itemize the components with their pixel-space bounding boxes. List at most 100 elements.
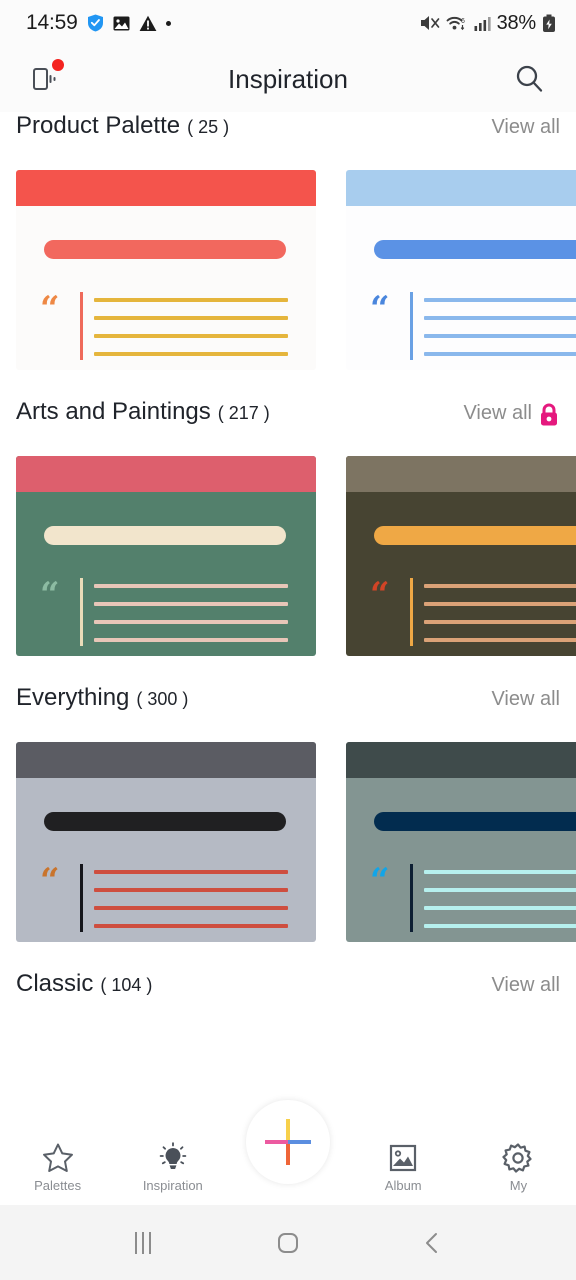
card-divider bbox=[80, 864, 83, 932]
card-text-lines bbox=[94, 870, 288, 928]
card-text-lines bbox=[94, 298, 288, 356]
section-count: ( 104 ) bbox=[100, 975, 153, 995]
palette-card[interactable]: “ bbox=[346, 170, 576, 370]
nav-item-inspiration[interactable]: Inspiration bbox=[115, 1135, 230, 1193]
battery-charging-icon bbox=[542, 14, 556, 33]
nav-item-palettes[interactable]: Palettes bbox=[0, 1135, 115, 1193]
view-all-button[interactable]: View all bbox=[491, 688, 560, 711]
home-icon[interactable] bbox=[258, 1213, 318, 1273]
image-icon bbox=[386, 1141, 420, 1175]
dot-icon bbox=[165, 20, 171, 26]
card-body: “ bbox=[346, 206, 576, 370]
section-classic: Classic ( 104 ) View all bbox=[0, 970, 576, 1028]
card-title-bar bbox=[44, 526, 286, 545]
section-title: Classic bbox=[16, 970, 94, 997]
palette-card-row[interactable]: “ “ bbox=[0, 170, 576, 370]
quote-mark-icon: “ bbox=[40, 289, 60, 329]
sections-scroll-area[interactable]: Product Palette ( 25 ) View all “ “ Arts… bbox=[0, 112, 576, 1135]
card-text-lines bbox=[424, 298, 576, 356]
card-header-band bbox=[346, 170, 576, 206]
palette-card[interactable]: “ bbox=[16, 170, 316, 370]
view-all-label: View all bbox=[491, 974, 560, 996]
card-body: “ bbox=[346, 778, 576, 942]
palette-card[interactable]: “ bbox=[346, 456, 576, 656]
card-divider bbox=[410, 578, 413, 646]
card-divider bbox=[410, 292, 413, 360]
section-title: Arts and Paintings bbox=[16, 398, 211, 425]
palette-card-row[interactable]: “ “ bbox=[0, 456, 576, 656]
quote-mark-icon: “ bbox=[370, 861, 390, 901]
lightbulb-filled-icon bbox=[156, 1141, 190, 1175]
card-header-band bbox=[16, 170, 316, 206]
card-body: “ bbox=[16, 778, 316, 942]
svg-text:6: 6 bbox=[461, 18, 465, 25]
card-header-band bbox=[16, 456, 316, 492]
card-title-bar bbox=[44, 240, 286, 259]
nav-item-my[interactable]: My bbox=[461, 1135, 576, 1193]
section-count: ( 300 ) bbox=[136, 689, 189, 709]
card-divider bbox=[410, 864, 413, 932]
section-header: Arts and Paintings ( 217 ) View all bbox=[0, 398, 576, 456]
quote-mark-icon: “ bbox=[40, 861, 60, 901]
star-outline-icon bbox=[41, 1141, 75, 1175]
shield-check-icon bbox=[87, 14, 104, 32]
card-body: “ bbox=[346, 492, 576, 656]
palette-card-row[interactable]: “ “ bbox=[0, 742, 576, 942]
card-title-bar bbox=[374, 526, 576, 545]
search-icon[interactable] bbox=[506, 56, 552, 102]
status-bar: 14:59 6 38% bbox=[0, 0, 576, 46]
back-icon[interactable] bbox=[403, 1213, 463, 1273]
palette-card[interactable]: “ bbox=[16, 742, 316, 942]
view-all-button[interactable]: View all bbox=[463, 402, 560, 425]
card-header-band bbox=[16, 742, 316, 778]
photo-icon bbox=[113, 15, 130, 32]
signal-bars-icon bbox=[474, 15, 491, 32]
card-body: “ bbox=[16, 492, 316, 656]
view-all-button[interactable]: View all bbox=[491, 116, 560, 139]
gear-icon bbox=[501, 1141, 535, 1175]
status-bar-right: 6 38% bbox=[420, 12, 556, 35]
warning-triangle-icon bbox=[139, 15, 157, 32]
battery-percent: 38% bbox=[496, 11, 537, 34]
plus-icon bbox=[265, 1119, 311, 1165]
nav-item-album[interactable]: Album bbox=[346, 1135, 461, 1193]
card-text-lines bbox=[94, 584, 288, 642]
nav-label: Palettes bbox=[34, 1178, 82, 1193]
section-product-palette: Product Palette ( 25 ) View all “ “ bbox=[0, 112, 576, 370]
section-header: Classic ( 104 ) View all bbox=[0, 970, 576, 1028]
section-header: Everything ( 300 ) View all bbox=[0, 684, 576, 742]
section-title: Product Palette bbox=[16, 112, 181, 139]
card-text-lines bbox=[424, 584, 576, 642]
lock-icon bbox=[538, 403, 560, 427]
wifi-6-icon: 6 bbox=[446, 14, 468, 32]
android-system-nav bbox=[0, 1205, 576, 1280]
view-all-label: View all bbox=[463, 402, 532, 424]
quote-mark-icon: “ bbox=[40, 575, 60, 615]
quote-mark-icon: “ bbox=[370, 289, 390, 329]
view-all-label: View all bbox=[491, 688, 560, 710]
section-everything: Everything ( 300 ) View all “ “ bbox=[0, 684, 576, 942]
card-divider bbox=[80, 292, 83, 360]
vibrate-phone-icon[interactable] bbox=[22, 56, 68, 102]
card-body: “ bbox=[16, 206, 316, 370]
palette-card[interactable]: “ bbox=[16, 456, 316, 656]
section-title: Everything bbox=[16, 684, 130, 711]
recents-icon[interactable] bbox=[113, 1213, 173, 1273]
view-all-label: View all bbox=[491, 116, 560, 138]
quote-mark-icon: “ bbox=[370, 575, 390, 615]
app-bar: Inspiration bbox=[0, 46, 576, 112]
view-all-button[interactable]: View all bbox=[491, 974, 560, 997]
mute-icon bbox=[420, 14, 440, 32]
nav-label: Album bbox=[384, 1178, 422, 1193]
card-divider bbox=[80, 578, 83, 646]
nav-label: My bbox=[509, 1178, 528, 1193]
add-palette-fab[interactable] bbox=[246, 1100, 330, 1184]
card-text-lines bbox=[424, 870, 576, 928]
section-count: ( 217 ) bbox=[217, 403, 270, 423]
palette-card[interactable]: “ bbox=[346, 742, 576, 942]
section-arts-and-paintings: Arts and Paintings ( 217 ) View all “ “ bbox=[0, 398, 576, 656]
card-title-bar bbox=[374, 812, 576, 831]
